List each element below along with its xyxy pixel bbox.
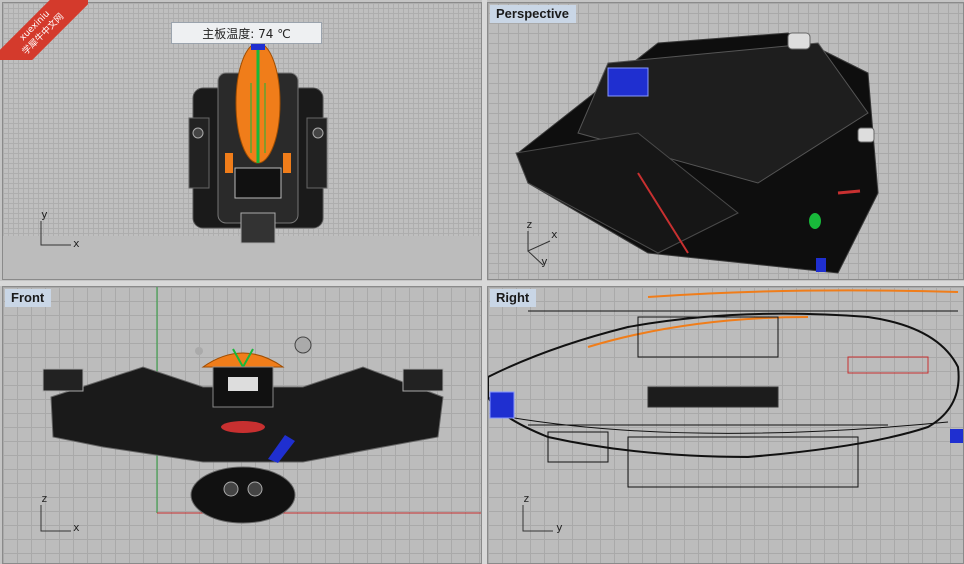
axis-indicator: [40, 505, 71, 532]
viewport-title-right[interactable]: Right: [490, 289, 537, 307]
viewport-right[interactable]: Right z y: [487, 286, 964, 564]
site-watermark: xuexiniu 学犀牛中文网: [0, 0, 88, 60]
viewport-divider-vertical[interactable]: [482, 0, 487, 564]
viewport-title-front[interactable]: Front: [5, 289, 52, 307]
watermark-band: xuexiniu 学犀牛中文网: [0, 0, 88, 60]
viewport-perspective[interactable]: Perspective z x y: [487, 2, 964, 280]
temperature-tooltip: 主板温度: 74 ℃: [171, 22, 322, 44]
viewport-front[interactable]: Front z x: [2, 286, 482, 564]
axis-indicator: [522, 505, 553, 532]
viewport-title-perspective[interactable]: Perspective: [490, 5, 576, 23]
axis-indicator: [527, 231, 551, 266]
rhino-four-viewport-layout: y x 主板温度: 74 ℃ Perspective z x y Front z…: [0, 0, 964, 564]
